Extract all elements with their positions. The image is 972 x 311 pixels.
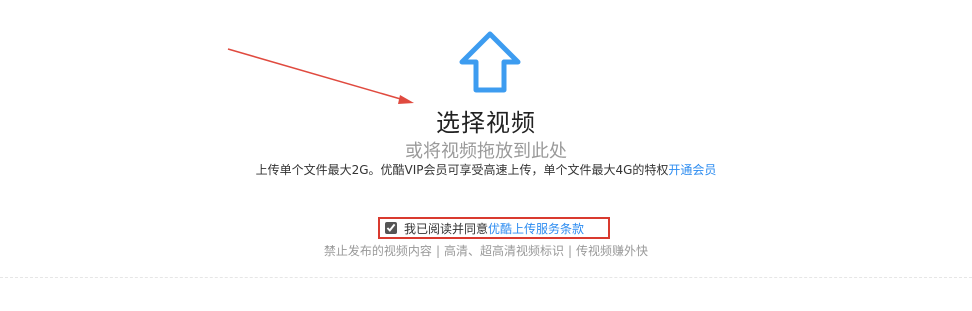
section-divider: [0, 277, 972, 278]
drop-hint: 或将视频拖放到此处: [405, 141, 567, 162]
upload-arrow-icon[interactable]: [458, 30, 522, 94]
rules-separator: |: [568, 244, 573, 258]
upload-page: 选择视频 或将视频拖放到此处 上传单个文件最大2G。优酷VIP会员可享受高速上传…: [0, 0, 972, 311]
open-vip-link[interactable]: 开通会员: [668, 163, 716, 177]
agreement-highlight-box: 我已阅读并同意 优酷上传服务条款: [378, 217, 610, 239]
rules-links: 禁止发布的视频内容 | 高清、超高清视频标识 | 传视频赚外快: [0, 242, 972, 259]
earn-money-link[interactable]: 传视频赚外快: [576, 244, 648, 258]
upload-limit-text: 上传单个文件最大2G。优酷VIP会员可享受高速上传，单个文件最大4G的特权: [255, 163, 669, 177]
agreement-text: 我已阅读并同意: [404, 221, 489, 236]
upload-limit-info: 上传单个文件最大2G。优酷VIP会员可享受高速上传，单个文件最大4G的特权开通会…: [0, 161, 972, 178]
rules-separator: |: [435, 244, 440, 258]
select-video-button[interactable]: 选择视频: [0, 103, 972, 138]
agreement-checkbox[interactable]: [385, 222, 397, 234]
hd-label-link[interactable]: 高清、超高清视频标识: [444, 244, 564, 258]
terms-link[interactable]: 优酷上传服务条款: [488, 220, 584, 237]
prohibited-content-link[interactable]: 禁止发布的视频内容: [324, 244, 432, 258]
